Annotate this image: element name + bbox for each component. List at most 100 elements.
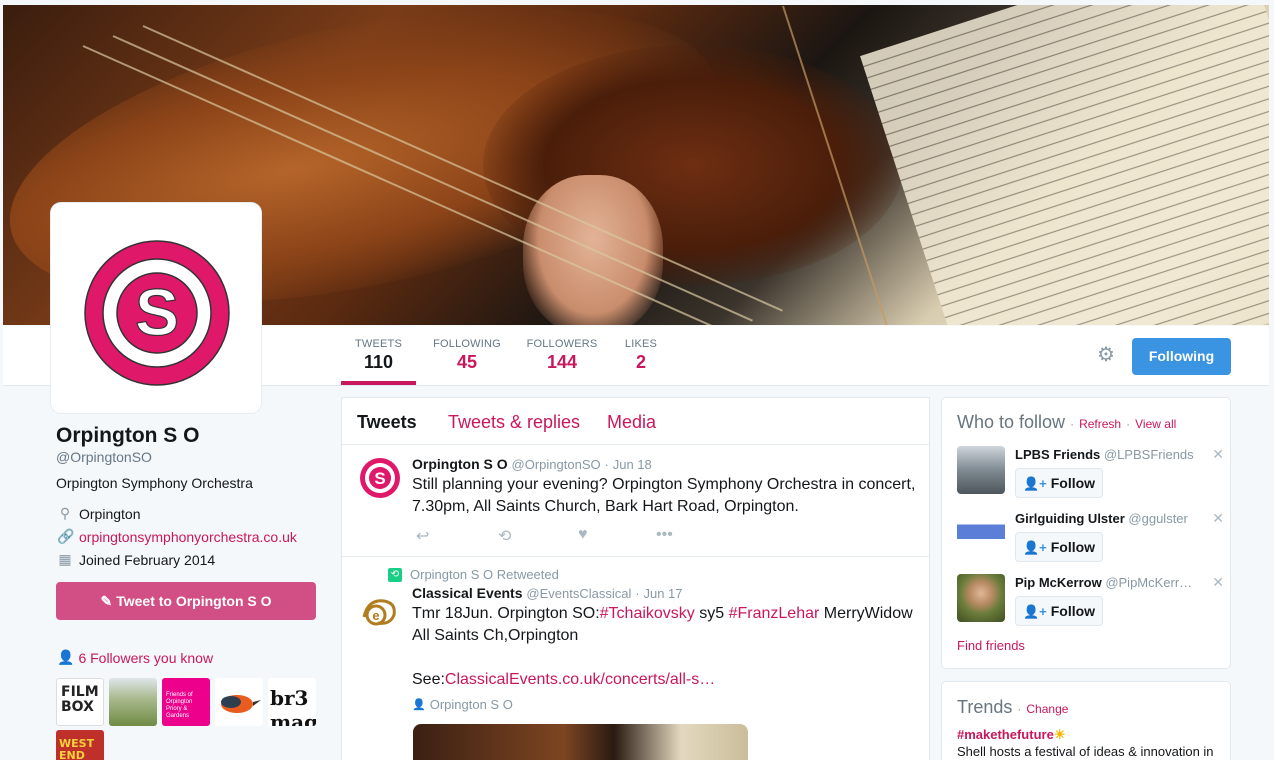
orchestra-logo-icon: S — [360, 458, 400, 498]
reply-icon[interactable]: ↩ — [416, 526, 429, 546]
suggestion-avatar[interactable] — [957, 446, 1005, 494]
follow-label: Follow — [1050, 539, 1096, 555]
change-link[interactable]: Change — [1026, 702, 1068, 716]
svg-text:S: S — [374, 469, 385, 488]
add-person-icon: 👤+ — [1022, 476, 1047, 491]
hashtag-link[interactable]: #FranzLehar — [729, 605, 820, 622]
view-all-link[interactable]: View all — [1135, 417, 1176, 431]
dismiss-icon[interactable]: ✕ — [1212, 574, 1224, 591]
tweet-text-part: All Saints Ch,Orpington — [412, 627, 579, 644]
stat-label: FOLLOWING — [433, 338, 501, 350]
stat-likes[interactable]: LIKES 2 — [621, 338, 661, 373]
timeline-tabs: Tweets Tweets & replies Media — [342, 398, 929, 445]
followers-you-know-link[interactable]: 👤 6 Followers you know — [57, 649, 213, 666]
tweet-date[interactable]: Jun 18 — [613, 457, 652, 472]
trend-item[interactable]: #makethefuture☀ — [957, 727, 1065, 743]
tweet-author-name[interactable]: Classical Events — [412, 585, 523, 601]
tweet-text-part: MerryWidow — [819, 605, 913, 622]
url-link[interactable]: ClassicalEvents.co.uk/concerts/all-s… — [445, 671, 715, 688]
sun-icon: ☀ — [1053, 727, 1066, 742]
gear-icon[interactable]: ⚙ — [1097, 345, 1117, 365]
known-follower-avatar[interactable]: FILM BOX — [56, 678, 104, 726]
svg-text:e: e — [372, 608, 379, 623]
who-to-follow-header: Who to follow · Refresh · View all — [957, 412, 1177, 432]
dismiss-icon[interactable]: ✕ — [1212, 510, 1224, 527]
website-link[interactable]: orpingtonsymphonyorchestra.co.uk — [79, 529, 297, 545]
suggestion-name[interactable]: Girlguiding Ulster — [1015, 511, 1125, 526]
tweet-author-handle[interactable]: @EventsClassical — [526, 586, 631, 601]
stat-tweets[interactable]: TWEETS 110 — [341, 338, 416, 373]
suggestion-handle[interactable]: @ggulster — [1128, 511, 1187, 526]
profile-avatar[interactable]: S — [51, 203, 261, 413]
suggestion-handle[interactable]: @PipMcKerr… — [1105, 575, 1192, 590]
follow-suggestion: LPBS Friends @LPBSFriends ✕ 👤+ Follow — [957, 446, 1227, 502]
suggestion-handle[interactable]: @LPBSFriends — [1104, 447, 1194, 462]
location-text: Orpington — [79, 505, 141, 522]
suggestion-name[interactable]: LPBS Friends — [1015, 447, 1100, 462]
trends-module: Trends · Change #makethefuture☀ Shell ho… — [941, 681, 1231, 760]
orchestra-logo-icon: S — [84, 240, 230, 386]
stat-value: 144 — [546, 352, 578, 372]
timeline: Tweets Tweets & replies Media S Orpingto… — [341, 397, 930, 760]
tweet-text-part: Tmr 18Jun. Orpington SO: — [412, 605, 600, 622]
suggestion-name[interactable]: Pip McKerrow — [1015, 575, 1102, 590]
tweet[interactable]: S Orpington S O @OrpingtonSO · Jun 18 St… — [342, 446, 929, 556]
add-person-icon: 👤+ — [1022, 604, 1047, 619]
hashtag-link[interactable]: #Tchaikovsky — [600, 605, 695, 622]
profile-location: ⚲ Orpington — [57, 505, 141, 522]
known-follower-avatar[interactable]: WEST END — [56, 730, 104, 760]
following-button[interactable]: Following — [1132, 338, 1231, 375]
mentioned-user[interactable]: Orpington S O — [430, 697, 513, 712]
tweet-dot: · — [635, 586, 640, 601]
tweet-text: Tmr 18Jun. Orpington SO:#Tchaikovsky sy5… — [412, 603, 922, 691]
suggestion-avatar[interactable] — [957, 574, 1005, 622]
profile-website[interactable]: 🔗 orpingtonsymphonyorchestra.co.uk — [57, 528, 297, 545]
refresh-link[interactable]: Refresh — [1079, 417, 1121, 431]
profile-name[interactable]: Orpington S O — [56, 424, 199, 448]
follow-suggestion: Pip McKerrow @PipMcKerr… ✕ 👤+ Follow — [957, 574, 1227, 630]
follow-button[interactable]: 👤+ Follow — [1015, 532, 1103, 562]
follow-button[interactable]: 👤+ Follow — [1015, 468, 1103, 498]
tweet-text-part: See: — [412, 671, 445, 688]
retweet-icon[interactable]: ⟲ — [498, 526, 511, 546]
known-follower-avatar[interactable]: Friends of Orpington Priory & Gardens — [162, 678, 210, 726]
tweet-to-button[interactable]: ✎ Tweet to Orpington S O — [56, 582, 316, 620]
trends-title: Trends — [957, 697, 1013, 717]
stat-label: TWEETS — [354, 338, 403, 350]
link-icon: 🔗 — [57, 528, 75, 544]
stat-following[interactable]: FOLLOWING 45 — [429, 338, 505, 373]
location-pin-icon: ⚲ — [59, 505, 71, 521]
tweet-author-name[interactable]: Orpington S O — [412, 456, 508, 472]
more-icon[interactable]: ••• — [656, 526, 673, 544]
known-follower-avatar[interactable]: br3 magazine — [268, 678, 316, 726]
retweeted-by-text[interactable]: Orpington S O Retweeted — [410, 567, 559, 582]
stat-followers[interactable]: FOLLOWERS 144 — [525, 338, 599, 373]
tweet-dot: · — [604, 457, 609, 472]
profile-joined: ▦ Joined February 2014 — [57, 551, 215, 568]
known-follower-avatar[interactable] — [109, 678, 157, 726]
find-friends-link[interactable]: Find friends — [957, 638, 1025, 653]
follow-button[interactable]: 👤+ Follow — [1015, 596, 1103, 626]
tweet-media-image[interactable] — [413, 724, 748, 760]
profile-handle[interactable]: @OrpingtonSO — [56, 449, 152, 465]
compose-icon: ✎ — [100, 593, 113, 609]
tweet-date[interactable]: Jun 17 — [643, 586, 682, 601]
tab-media[interactable]: Media — [607, 412, 656, 433]
logo-letter: S — [135, 275, 179, 349]
who-to-follow-title: Who to follow — [957, 412, 1066, 432]
tweet[interactable]: ⟲ Orpington S O Retweeted e Classical Ev… — [342, 557, 929, 760]
suggestion-avatar[interactable] — [957, 510, 1005, 558]
retweet-icon: ⟲ — [388, 567, 402, 582]
tab-tweets-replies[interactable]: Tweets & replies — [448, 412, 580, 433]
retweet-context: ⟲ Orpington S O Retweeted — [388, 567, 559, 582]
like-icon[interactable]: ♥ — [578, 526, 588, 544]
calendar-icon: ▦ — [58, 551, 72, 567]
trend-hashtag[interactable]: #makethefuture — [957, 727, 1054, 742]
tweet-avatar[interactable]: e — [354, 587, 402, 635]
tweet-author-handle[interactable]: @OrpingtonSO — [512, 457, 601, 472]
dismiss-icon[interactable]: ✕ — [1212, 446, 1224, 463]
tab-tweets[interactable]: Tweets — [357, 412, 417, 433]
stat-value: 2 — [635, 352, 646, 372]
tweet-avatar[interactable]: S — [358, 456, 402, 500]
known-follower-avatar[interactable] — [215, 678, 263, 726]
